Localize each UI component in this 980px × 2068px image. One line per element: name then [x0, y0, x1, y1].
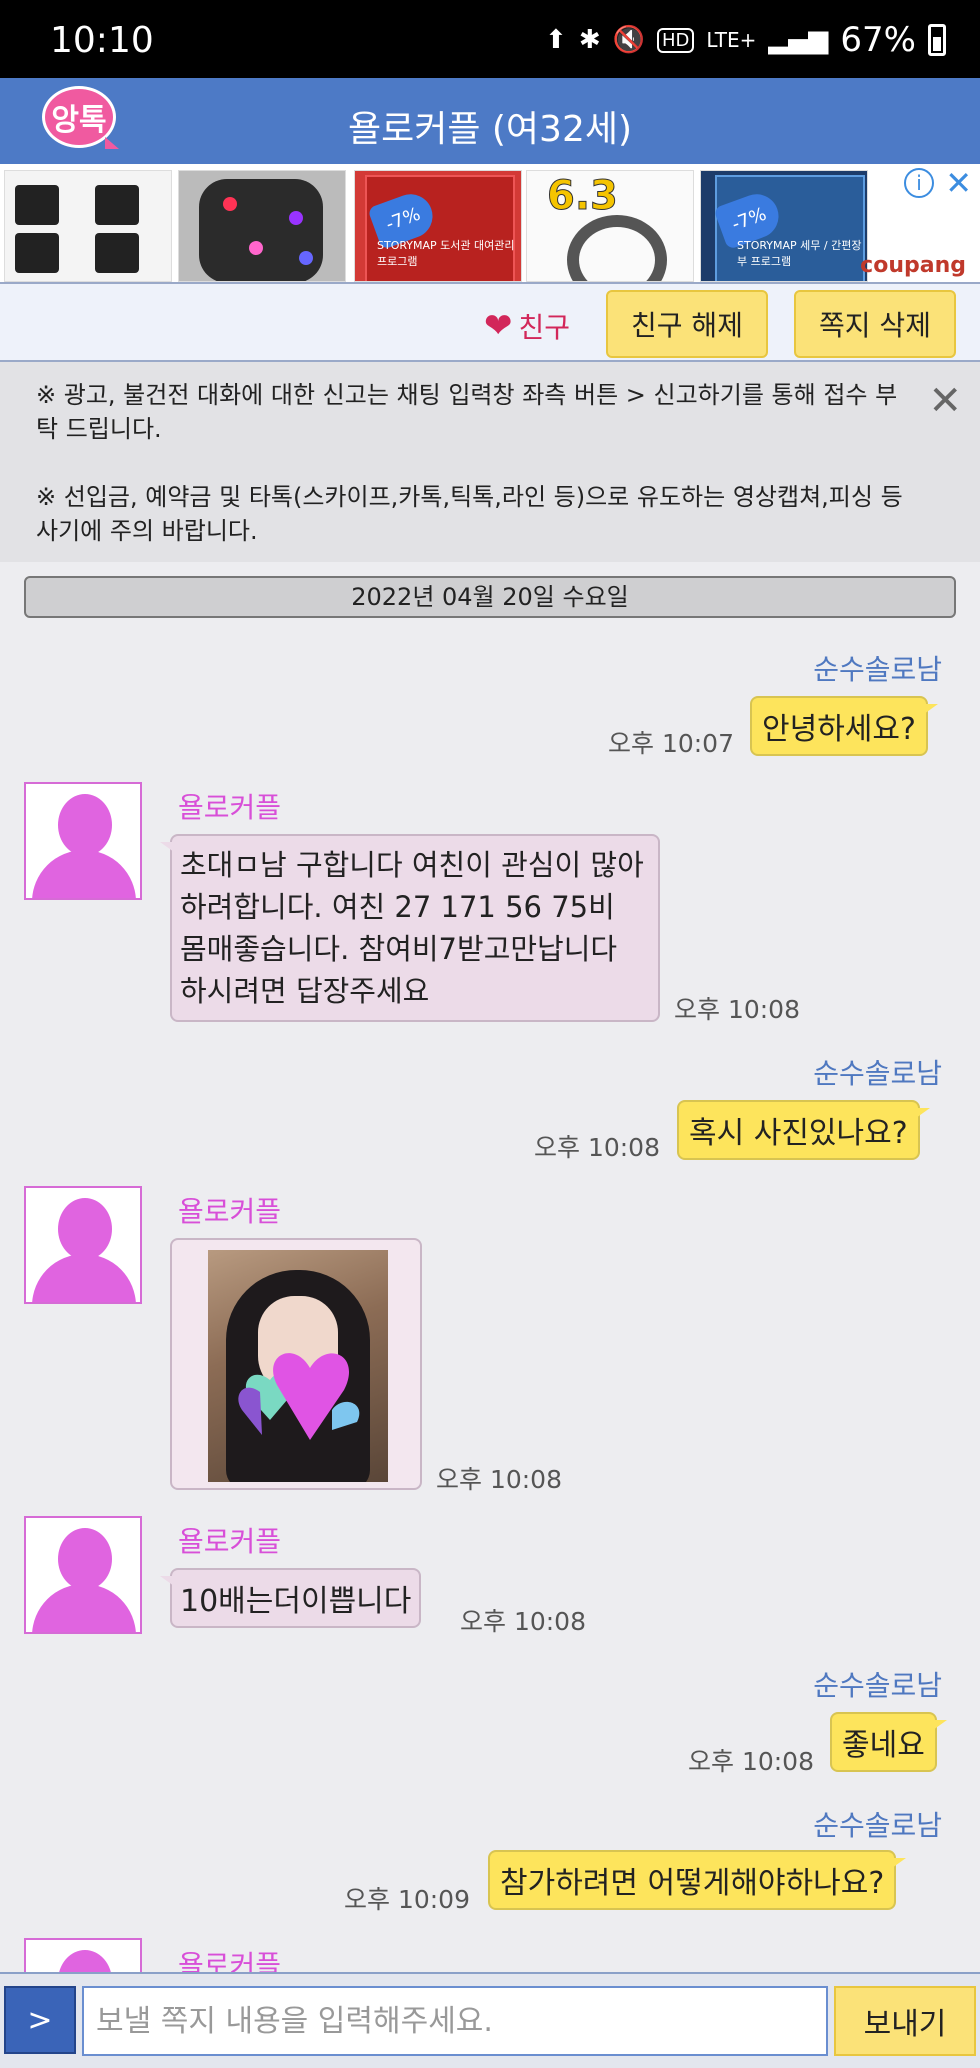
friend-status: ❤ 친구	[484, 306, 570, 346]
ad-product-switches[interactable]	[4, 170, 172, 282]
ad-banner[interactable]: -7% STORYMAP 도서관 대여관리 프로그램 6.3 -7% STORY…	[0, 164, 980, 282]
send-button[interactable]: 보내기	[834, 1986, 976, 2056]
message-time: 오후 10:07	[608, 729, 734, 758]
hd-icon: HD	[657, 27, 695, 53]
message-bubble-me[interactable]: 좋네요	[830, 1712, 947, 1772]
sender-name-me: 순수솔로남	[813, 653, 942, 686]
avatar[interactable]	[24, 1516, 142, 1634]
message-time: 오후 10:08	[688, 1747, 814, 1776]
notice-scam: ※ 선입금, 예약금 및 타톡(스카이프,카톡,틱톡,라인 등)으로 유도하는 …	[36, 483, 903, 545]
ad-product-library-software[interactable]: -7% STORYMAP 도서관 대여관리 프로그램	[354, 170, 522, 282]
shared-photo	[208, 1250, 388, 1482]
ad-close-icon[interactable]: ✕	[945, 164, 972, 202]
message-bubble-me[interactable]: 혹시 사진있나요?	[677, 1100, 930, 1160]
warning-notice: ※ 광고, 불건전 대화에 대한 신고는 채팅 입력창 좌측 버튼 > 신고하기…	[0, 362, 980, 562]
heart-sticker-icon	[238, 1353, 360, 1440]
signal-icon: ▂▄▆	[768, 25, 829, 55]
ad-brand: coupang	[860, 253, 966, 278]
message-time: 오후 10:08	[436, 1465, 562, 1494]
ad-product-text: STORYMAP 도서관 대여관리 프로그램	[377, 239, 515, 268]
status-icons: ⬆ ✱ 🔇 HD LTE+ ▂▄▆ 67%	[545, 20, 946, 60]
bluetooth-icon: ✱	[578, 25, 601, 55]
sender-name-her: 욜로커플	[178, 1195, 282, 1228]
message-input-bar: > 보내기	[0, 1972, 980, 2068]
message-bubble-me[interactable]: 안녕하세요?	[750, 696, 938, 756]
ad-promo-number: 6.3	[547, 173, 619, 220]
ad-product-headband[interactable]: 6.3	[526, 170, 694, 282]
message-bubble-her[interactable]: 10배는더이쁩니다	[159, 1568, 422, 1628]
status-bar: 10:10 ⬆ ✱ 🔇 HD LTE+ ▂▄▆ 67%	[0, 0, 980, 78]
message-time: 오후 10:09	[344, 1885, 470, 1914]
friend-label: 친구	[518, 311, 571, 344]
delete-message-button[interactable]: 쪽지 삭제	[794, 290, 956, 358]
sender-name-her: 욜로커플	[178, 1525, 282, 1558]
avatar[interactable]	[24, 782, 142, 900]
chat-title: 욜로커플 (여32세)	[347, 109, 633, 150]
sender-name-me: 순수솔로남	[813, 1809, 942, 1842]
report-menu-button[interactable]: >	[4, 1986, 76, 2054]
heart-icon: ❤	[484, 306, 513, 346]
message-time: 오후 10:08	[460, 1607, 586, 1636]
message-bubble-me[interactable]: 참가하려면 어떻게해야하나요?	[488, 1850, 907, 1910]
battery-icon	[928, 24, 946, 56]
date-divider: 2022년 04월 20일 수요일	[24, 576, 956, 618]
photo-message[interactable]	[170, 1238, 422, 1490]
ad-product-tax-software[interactable]: -7% STORYMAP 세무 / 간편장부 프로그램	[700, 170, 868, 282]
message-time: 오후 10:08	[534, 1133, 660, 1162]
sender-name-her: 욜로커플	[178, 791, 282, 824]
upload-icon: ⬆	[545, 25, 567, 55]
message-bubble-her[interactable]: 초대ㅁ남 구합니다 여친이 관심이 많아 하려합니다. 여친 27 171 56…	[160, 834, 660, 1022]
lte-icon: LTE+	[706, 28, 757, 52]
ad-product-text: STORYMAP 세무 / 간편장부 프로그램	[737, 239, 862, 268]
sender-name-me: 순수솔로남	[813, 1057, 942, 1090]
status-time: 10:10	[50, 20, 154, 61]
battery-percent: 67%	[840, 20, 916, 60]
unfriend-button[interactable]: 친구 해제	[606, 290, 768, 358]
mute-icon: 🔇	[612, 25, 646, 55]
message-input[interactable]	[82, 1986, 828, 2056]
avatar[interactable]	[24, 1186, 142, 1304]
ad-info-icon[interactable]: i	[904, 168, 934, 198]
sender-name-me: 순수솔로남	[813, 1669, 942, 1702]
notice-close-icon[interactable]: ✕	[928, 378, 962, 424]
friend-action-bar: ❤ 친구 친구 해제 쪽지 삭제	[0, 282, 980, 362]
message-time: 오후 10:08	[674, 995, 800, 1024]
notice-report: ※ 광고, 불건전 대화에 대한 신고는 채팅 입력창 좌측 버튼 > 신고하기…	[36, 381, 898, 443]
chat-header: 앙톡 욜로커플 (여32세)	[0, 78, 980, 164]
ad-product-disco-light[interactable]	[178, 170, 346, 282]
